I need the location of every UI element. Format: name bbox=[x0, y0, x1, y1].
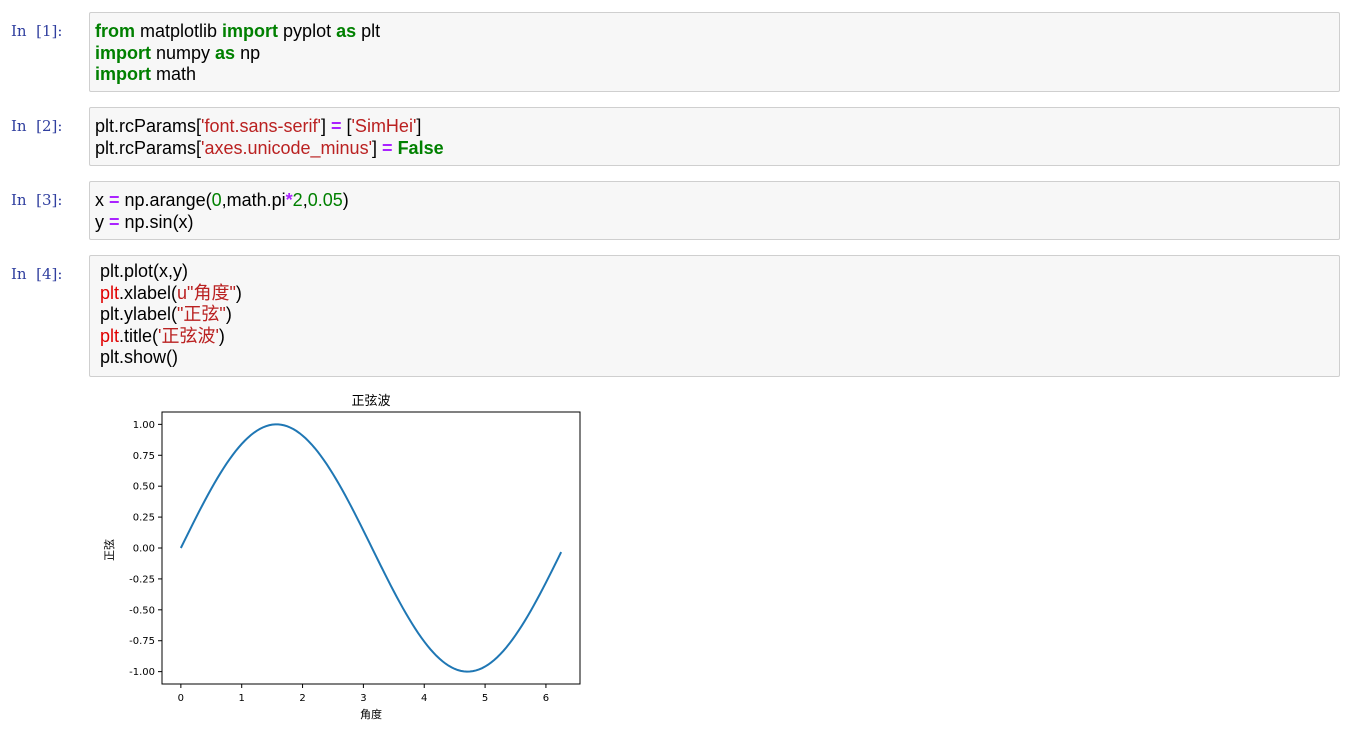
code-token: as bbox=[336, 21, 357, 41]
code-token: plt.rcParams[ bbox=[95, 116, 202, 136]
code-token: 0.05 bbox=[307, 190, 343, 210]
code-token: u"角度" bbox=[177, 282, 236, 303]
code-token: "正弦" bbox=[177, 304, 226, 324]
code-line: from matplotlib import pyplot as plt bbox=[95, 21, 1339, 43]
x-tick-label: 5 bbox=[482, 693, 488, 704]
code-token: = bbox=[330, 116, 342, 136]
code-line: import math bbox=[95, 64, 1339, 86]
code-token: math bbox=[151, 64, 197, 84]
code-editor[interactable]: plt.rcParams['font.sans-serif'] = ['SimH… bbox=[89, 107, 1340, 166]
code-token: plt.ylabel( bbox=[95, 304, 178, 324]
code-token: plt bbox=[95, 325, 120, 346]
y-tick-label: 1.00 bbox=[133, 420, 155, 431]
code-line: plt.title('正弦波') bbox=[95, 326, 1339, 348]
x-tick-label: 0 bbox=[178, 693, 184, 704]
code-token: False bbox=[397, 137, 444, 158]
code-token: 'SimHei' bbox=[351, 116, 417, 136]
y-tick-label: 0.25 bbox=[133, 513, 155, 524]
chart-title: 正弦波 bbox=[351, 393, 390, 409]
y-tick-label: -0.75 bbox=[129, 636, 155, 647]
code-token: '正弦波' bbox=[158, 325, 219, 346]
code-line: x = np.arange(0,math.pi*2,0.05) bbox=[95, 190, 1339, 212]
code-token: plt bbox=[95, 282, 120, 303]
code-token: matplotlib bbox=[135, 21, 223, 41]
code-editor[interactable]: from matplotlib import pyplot as plt impo… bbox=[89, 12, 1340, 92]
code-token: ,math.pi bbox=[221, 190, 286, 210]
code-editor[interactable]: plt.plot(x,y) plt.xlabel(u"角度") plt.ylab… bbox=[89, 255, 1340, 377]
code-token: ] bbox=[416, 116, 422, 136]
x-tick-label: 1 bbox=[239, 693, 245, 704]
plot-area: 0 1 2 3 4 5 6 1.00 0.75 0.50 0.25 0.00 -0.25 -0.50 -0.… bbox=[129, 411, 581, 704]
code-token: ) bbox=[218, 325, 225, 346]
code-line: plt.ylabel("正弦") bbox=[95, 304, 1339, 326]
code-token: * bbox=[285, 190, 293, 210]
code-token: pyplot bbox=[278, 21, 337, 41]
input-prompt: In [3]: bbox=[11, 191, 63, 209]
code-token: np.arange( bbox=[119, 190, 212, 210]
x-tick-label: 2 bbox=[299, 693, 305, 704]
code-token: plt.show() bbox=[95, 347, 179, 367]
code-token: plt.rcParams[ bbox=[95, 137, 202, 158]
code-line: plt.rcParams['axes.unicode_minus'] = Fal… bbox=[95, 138, 1339, 160]
y-axis-label: 正弦 bbox=[102, 539, 116, 561]
code-token: y bbox=[95, 211, 110, 232]
code-line: y = np.sin(x) bbox=[95, 212, 1339, 234]
y-tick-label: 0.00 bbox=[133, 544, 155, 555]
code-token: import bbox=[222, 21, 279, 41]
input-prompt: In [4]: bbox=[11, 265, 63, 283]
code-token: 'font.sans-serif' bbox=[201, 116, 321, 136]
code-token: [ bbox=[341, 116, 352, 136]
code-token: as bbox=[215, 42, 236, 63]
code-editor[interactable]: x = np.arange(0,math.pi*2,0.05) y = np.si… bbox=[89, 181, 1340, 240]
code-line: import numpy as np bbox=[95, 43, 1339, 65]
output-figure: 正弦波 0 1 2 3 4 5 6 1.00 0.75 0.50 0.25 0.00 -0.25 -0.5… bbox=[102, 393, 581, 721]
input-prompt: In [1]: bbox=[11, 22, 63, 40]
x-tick-label: 6 bbox=[543, 693, 549, 704]
code-token: ) bbox=[235, 282, 242, 303]
code-token: import bbox=[95, 42, 151, 63]
code-line: plt.xlabel(u"角度") bbox=[95, 283, 1339, 305]
y-tick-label: -1.00 bbox=[129, 667, 155, 678]
code-token: plt.plot(x,y) bbox=[95, 261, 189, 281]
code-token: 2 bbox=[292, 190, 303, 210]
code-token: ] bbox=[372, 137, 383, 158]
y-tick-label: 0.50 bbox=[133, 482, 155, 493]
code-token: import bbox=[95, 64, 151, 84]
code-token: 'axes.unicode_minus' bbox=[201, 137, 373, 158]
x-axis-label: 角度 bbox=[360, 707, 382, 721]
y-tick-label: 0.75 bbox=[133, 451, 155, 462]
code-token: = bbox=[109, 211, 120, 232]
code-token: from bbox=[95, 21, 135, 41]
code-token: ] bbox=[320, 116, 331, 136]
code-token: np.sin(x) bbox=[119, 211, 194, 232]
y-tick-label: -0.50 bbox=[129, 605, 155, 616]
code-token: numpy bbox=[151, 42, 216, 63]
code-line: plt.rcParams['font.sans-serif'] = ['SimH… bbox=[95, 116, 1339, 138]
code-line: plt.plot(x,y) bbox=[95, 261, 1339, 283]
y-tick-label: -0.25 bbox=[129, 574, 155, 585]
code-token: = bbox=[109, 190, 120, 210]
code-token: .xlabel( bbox=[119, 282, 178, 303]
code-token: x bbox=[95, 190, 110, 210]
code-token: np bbox=[235, 42, 261, 63]
code-token: plt bbox=[356, 21, 381, 41]
code-line: plt.show() bbox=[95, 347, 1339, 369]
code-token: .title( bbox=[119, 325, 159, 346]
x-tick-label: 4 bbox=[421, 693, 427, 704]
code-token: = bbox=[382, 137, 393, 158]
input-prompt: In [2]: bbox=[11, 117, 63, 135]
x-tick-label: 3 bbox=[360, 693, 366, 704]
code-token: 0 bbox=[211, 190, 222, 210]
code-token: ) bbox=[342, 190, 349, 210]
code-token: ) bbox=[225, 304, 232, 324]
